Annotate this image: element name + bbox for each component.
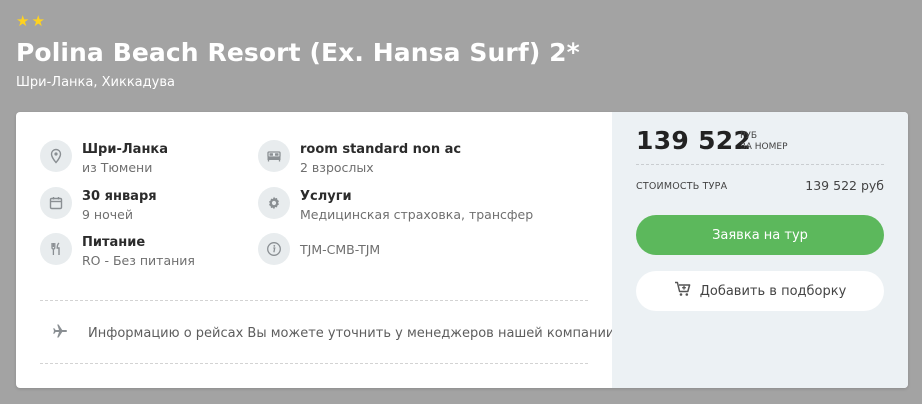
- info-dates: 30 января 9 ночей: [40, 187, 157, 224]
- bed-icon: [258, 140, 290, 172]
- info-room: room standard non ac 2 взрослых: [258, 140, 461, 177]
- divider: [636, 164, 884, 165]
- location-pin-icon: [40, 140, 72, 172]
- info-services: Услуги Медицинская страховка, трансфер: [258, 187, 533, 224]
- cart-icon: [674, 280, 700, 302]
- price-per: ЗА НОМЕР: [740, 142, 788, 152]
- services-sub: Медицинская страховка, трансфер: [300, 207, 534, 222]
- info-destination: Шри-Ланка из Тюмени: [40, 140, 168, 177]
- divider: [40, 300, 588, 301]
- flight-text: Информацию о рейсах Вы можете уточнить у…: [88, 325, 615, 341]
- add-to-selection-button[interactable]: Добавить в подборку: [636, 271, 884, 311]
- fork-knife-icon: [40, 233, 72, 265]
- tour-details: Шри-Ланка из Тюмени 30 января 9 ночей Пи…: [16, 112, 614, 388]
- divider: [40, 363, 588, 364]
- meals-sub: RO - Без питания: [82, 253, 195, 268]
- tour-card: Шри-Ланка из Тюмени 30 января 9 ночей Пи…: [16, 112, 908, 388]
- services-title: Услуги: [300, 189, 352, 204]
- route-code: TJM-CMB-TJM: [300, 242, 381, 257]
- calendar-icon: [40, 187, 72, 219]
- room-title: room standard non ac: [300, 142, 462, 157]
- destination-sub: из Тюмени: [82, 160, 153, 175]
- airplane-icon: [52, 323, 68, 343]
- star-icon: ★: [16, 12, 30, 30]
- dates-sub: 9 ночей: [82, 207, 133, 222]
- cost-label: СТОИМОСТЬ ТУРА: [636, 181, 728, 192]
- info-route: TJM-CMB-TJM: [258, 233, 380, 265]
- order-tour-label: Заявка на тур: [712, 227, 808, 243]
- tour-page: ★ ★ Polina Beach Resort (Ex. Hansa Surf)…: [0, 0, 922, 404]
- hotel-stars: ★ ★: [16, 13, 45, 29]
- price-currency: РУБ: [740, 131, 758, 141]
- hotel-location: Шри-Ланка, Хиккадува: [16, 75, 175, 90]
- price-panel: 139 522 РУБ ЗА НОМЕР СТОИМОСТЬ ТУРА 139 …: [612, 112, 908, 388]
- price-value: 139 522: [636, 126, 752, 155]
- dates-title: 30 января: [82, 189, 157, 204]
- info-meals: Питание RO - Без питания: [40, 233, 195, 270]
- destination-title: Шри-Ланка: [82, 142, 169, 157]
- meals-title: Питание: [82, 235, 146, 250]
- order-tour-button[interactable]: Заявка на тур: [636, 215, 884, 255]
- room-sub: 2 взрослых: [300, 160, 374, 175]
- gear-icon: [258, 187, 290, 219]
- cost-value: 139 522 руб: [805, 178, 884, 193]
- info-icon: [258, 233, 290, 265]
- star-icon: ★: [31, 12, 45, 30]
- add-to-selection-label: Добавить в подборку: [699, 283, 847, 299]
- flight-info: Информацию о рейсах Вы можете уточнить у…: [52, 323, 614, 343]
- price-unit: РУБ ЗА НОМЕР: [740, 131, 788, 153]
- hotel-title: Polina Beach Resort (Ex. Hansa Surf) 2*: [16, 38, 580, 67]
